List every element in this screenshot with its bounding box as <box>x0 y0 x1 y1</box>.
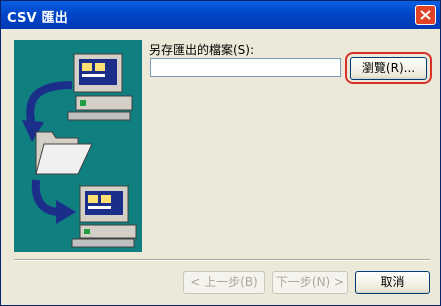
title-bar[interactable]: CSV 匯出 <box>1 1 440 29</box>
file-path-input[interactable] <box>150 58 341 77</box>
browse-button[interactable]: 瀏覽(R)... <box>350 57 427 80</box>
top-computer-icon <box>67 53 133 121</box>
cancel-button[interactable]: 取消 <box>355 271 430 294</box>
next-button[interactable]: 下一步(N) > <box>272 271 348 294</box>
close-button[interactable] <box>415 5 436 25</box>
csv-export-dialog: CSV 匯出 另存匯出的檔案(S): 瀏覽(R)... < 上一步(B) 下一步… <box>0 0 441 306</box>
separator <box>14 259 430 261</box>
folder-icon <box>35 131 93 175</box>
back-button[interactable]: < 上一步(B) <box>183 271 265 294</box>
wizard-illustration <box>14 40 142 252</box>
save-as-label: 另存匯出的檔案(S): <box>149 43 255 57</box>
close-icon <box>420 10 431 20</box>
arrow-right-icon <box>31 179 76 224</box>
window-title: CSV 匯出 <box>7 11 68 26</box>
bottom-computer-icon <box>71 185 137 248</box>
